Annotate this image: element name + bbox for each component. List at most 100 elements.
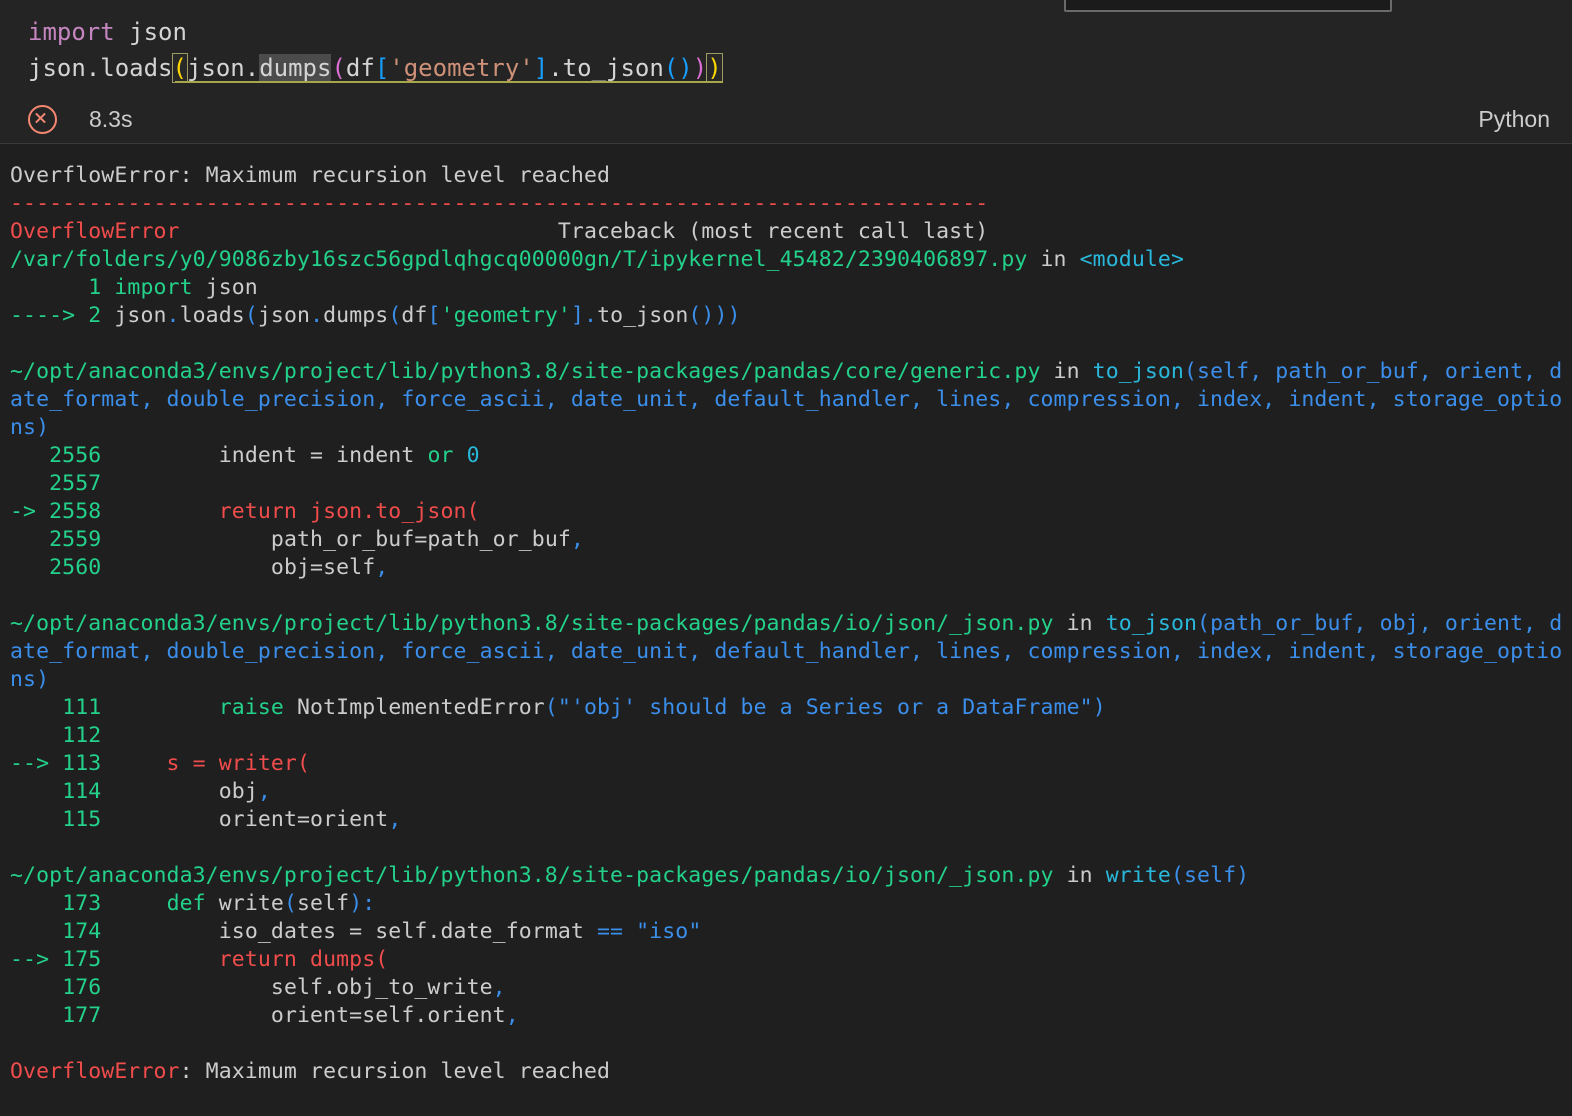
traceback-segment: import: [114, 275, 193, 300]
traceback-segment: ~/opt/anaconda3/envs/project/lib/python3…: [10, 611, 1054, 636]
traceback-segment: return json.to_json(: [114, 499, 480, 524]
traceback-segment: (self): [1170, 863, 1250, 888]
traceback-segment: json: [192, 275, 258, 300]
error-circle-x-icon[interactable]: [28, 105, 57, 134]
traceback-line: 2556 indent = indent or 0: [0, 442, 1572, 470]
traceback-segment: to_json: [1105, 611, 1198, 636]
traceback-segment: Traceback (most recent call last): [179, 219, 989, 244]
code-token: to_json: [562, 54, 664, 82]
traceback-segment: json: [114, 303, 167, 328]
autocomplete-popup[interactable]: [1064, 0, 1392, 12]
code-token: (: [331, 54, 346, 82]
traceback-blank-line: [0, 1030, 1572, 1058]
traceback-line: ----> 2 json.loads(json.dumps(df['geomet…: [0, 302, 1572, 330]
traceback-line: OverflowError Traceback (most recent cal…: [0, 218, 1572, 246]
traceback-segment: ----------------------------------------…: [10, 191, 989, 216]
traceback-line: 174 iso_dates = self.date_format == "iso…: [0, 918, 1572, 946]
traceback-segment: [114, 695, 218, 720]
traceback-line: OverflowError: Maximum recursion level r…: [0, 162, 1572, 190]
code-token: .: [85, 54, 101, 82]
traceback-segment: [454, 443, 467, 468]
traceback-segment: s = writer(: [114, 751, 311, 776]
traceback-line: 112: [0, 722, 1572, 750]
traceback-segment: ):: [349, 891, 376, 916]
kernel-language-label[interactable]: Python: [1478, 106, 1550, 133]
traceback-segment: (: [544, 695, 558, 720]
code-token: [: [374, 54, 390, 82]
traceback-line: 2557: [0, 470, 1572, 498]
traceback-blank-line: [0, 330, 1572, 358]
traceback-segment: 112: [10, 723, 115, 748]
cell-output-traceback[interactable]: OverflowError: Maximum recursion level r…: [0, 144, 1572, 1112]
traceback-segment: "'obj' should be a Series or a DataFrame…: [557, 695, 1093, 720]
traceback-line: --> 113 s = writer(: [0, 750, 1572, 778]
traceback-line: 115 orient=orient,: [0, 806, 1572, 834]
traceback-blank-line: [0, 834, 1572, 862]
traceback-segment: ,: [388, 807, 402, 832]
code-token: ): [678, 54, 693, 82]
traceback-segment: return dumps(: [114, 947, 389, 972]
traceback-segment: .: [584, 303, 598, 328]
traceback-segment: to_json: [597, 303, 689, 328]
traceback-segment: ,: [570, 527, 584, 552]
traceback-segment: 2556: [10, 443, 115, 468]
traceback-segment: "iso": [636, 919, 702, 944]
traceback-segment: indent = indent: [114, 443, 428, 468]
code-editor-lines[interactable]: import json json.loads(json.dumps(df['geo…: [0, 14, 1572, 86]
traceback-segment: obj: [114, 779, 258, 804]
traceback-line: 2560 obj=self,: [0, 554, 1572, 582]
traceback-segment: or: [427, 443, 454, 468]
traceback-segment: 0: [466, 443, 480, 468]
traceback-segment: OverflowError: Maximum recursion level r…: [10, 163, 611, 188]
traceback-segment: in: [1027, 247, 1080, 272]
traceback-segment: ): [1092, 695, 1106, 720]
traceback-line: 111 raise NotImplementedError("'obj' sho…: [0, 694, 1572, 722]
traceback-segment: 2560: [10, 555, 115, 580]
traceback-segment: 111: [10, 695, 115, 720]
traceback-segment: 177: [10, 1003, 115, 1028]
code-token: dumps: [259, 54, 332, 82]
traceback-segment: ----> 2: [10, 303, 115, 328]
traceback-lines: OverflowError: Maximum recursion level r…: [0, 162, 1572, 1086]
traceback-segment: to_json: [1092, 359, 1184, 384]
traceback-segment: [: [427, 303, 441, 328]
traceback-segment: ]: [570, 303, 585, 328]
code-token: json: [186, 54, 245, 82]
traceback-segment: ,: [375, 555, 389, 580]
traceback-segment: ~/opt/anaconda3/envs/project/lib/python3…: [10, 863, 1054, 888]
traceback-line: 176 self.obj_to_write,: [0, 974, 1572, 1002]
traceback-line: 177 orient=self.orient,: [0, 1002, 1572, 1030]
traceback-segment: raise: [218, 695, 284, 720]
traceback-line: 114 obj,: [0, 778, 1572, 806]
traceback-segment: orient=orient: [114, 807, 389, 832]
traceback-segment: self.obj_to_write: [114, 975, 493, 1000]
traceback-segment: json: [257, 303, 311, 328]
traceback-segment: (: [388, 303, 402, 328]
traceback-segment: ,: [257, 779, 271, 804]
code-token: json: [114, 18, 187, 46]
traceback-line: 1 import json: [0, 274, 1572, 302]
traceback-segment: self: [297, 891, 350, 916]
traceback-line: 173 def write(self):: [0, 890, 1572, 918]
code-line[interactable]: import json: [0, 14, 1572, 50]
code-token: (: [663, 54, 679, 82]
code-token: .: [548, 54, 563, 82]
code-token: ]: [533, 54, 549, 82]
traceback-segment: write: [205, 891, 284, 916]
traceback-line: -> 2558 return json.to_json(: [0, 498, 1572, 526]
traceback-segment: [114, 891, 166, 916]
traceback-segment: 173: [10, 891, 115, 916]
traceback-segment: df: [401, 303, 428, 328]
bracket-match-underline: [175, 81, 723, 83]
traceback-segment: ~/opt/anaconda3/envs/project/lib/python3…: [10, 359, 1041, 384]
traceback-segment: loads: [179, 303, 245, 328]
code-token: loads: [100, 54, 173, 82]
traceback-segment: path_or_buf=path_or_buf: [114, 527, 571, 552]
code-line[interactable]: json.loads(json.dumps(df['geometry'].to_…: [0, 50, 1572, 86]
notebook-code-cell[interactable]: import json json.loads(json.dumps(df['geo…: [0, 0, 1572, 96]
code-token: (: [171, 53, 188, 83]
traceback-segment: in: [1053, 863, 1106, 888]
traceback-line: 2559 path_or_buf=path_or_buf,: [0, 526, 1572, 554]
traceback-segment: NotImplementedError: [283, 695, 545, 720]
traceback-segment: 2557: [10, 471, 115, 496]
